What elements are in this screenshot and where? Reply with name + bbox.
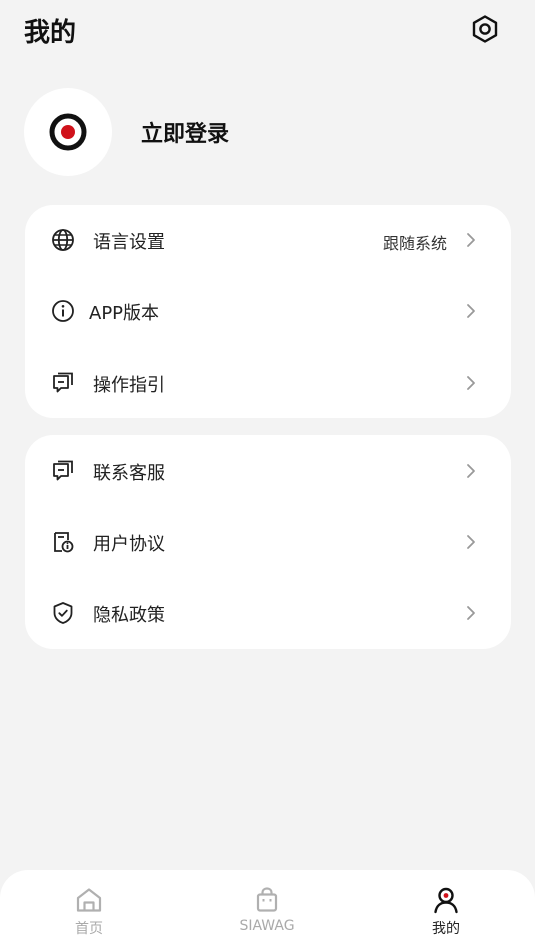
chevron-right-icon <box>461 301 481 321</box>
user-icon <box>366 886 526 914</box>
menu-item-language[interactable]: 语言设置 跟随系统 <box>25 210 511 270</box>
shield-check-icon <box>51 601 75 625</box>
agreement-doc-icon <box>51 530 75 554</box>
tab-home[interactable]: 首页 <box>9 870 169 951</box>
chevron-right-icon <box>461 603 481 623</box>
bottom-tab-bar: 首页 SIAWAG 我的 <box>0 870 535 951</box>
settings-button[interactable] <box>468 12 502 46</box>
info-circle-icon <box>51 299 75 323</box>
support-card: 联系客服 用户协议 隐私政策 <box>25 435 511 649</box>
record-logo-icon <box>49 113 87 151</box>
profile-section: 立即登录 <box>24 88 504 176</box>
login-button[interactable]: 立即登录 <box>141 116 229 148</box>
menu-item-label: 语言设置 <box>93 232 165 253</box>
tab-label: 我的 <box>432 921 460 937</box>
guide-chat-icon <box>51 371 75 395</box>
chevron-right-icon <box>461 461 481 481</box>
menu-item-privacy-policy[interactable]: 隐私政策 <box>25 583 511 643</box>
shopping-bag-icon <box>187 886 347 914</box>
support-chat-icon <box>51 459 75 483</box>
menu-item-label: 隐私政策 <box>93 605 165 626</box>
settings-card: 语言设置 跟随系统 APP版本 操作指引 <box>25 205 511 418</box>
chevron-right-icon <box>461 532 481 552</box>
home-icon <box>9 886 169 914</box>
menu-item-user-agreement[interactable]: 用户协议 <box>25 512 511 572</box>
settings-hexagon-icon <box>472 15 498 43</box>
menu-item-guide[interactable]: 操作指引 <box>25 353 511 413</box>
menu-item-app-version[interactable]: APP版本 <box>25 281 511 341</box>
language-value: 跟随系统 <box>382 234 447 253</box>
top-header: 我的 <box>0 0 535 62</box>
menu-item-label: 操作指引 <box>93 375 165 396</box>
page-title: 我的 <box>24 18 77 48</box>
tab-label: 首页 <box>75 921 103 937</box>
menu-item-label: 联系客服 <box>93 463 165 484</box>
menu-item-label: 用户协议 <box>93 534 165 555</box>
tab-label: SIAWAG <box>239 918 295 934</box>
avatar[interactable] <box>24 88 112 176</box>
menu-item-label: APP版本 <box>89 303 160 324</box>
tab-mine[interactable]: 我的 <box>366 870 526 951</box>
menu-item-customer-service[interactable]: 联系客服 <box>25 441 511 501</box>
chevron-right-icon <box>461 373 481 393</box>
chevron-right-icon <box>461 230 481 250</box>
tab-siawag[interactable]: SIAWAG <box>187 870 347 951</box>
globe-icon <box>51 228 75 252</box>
